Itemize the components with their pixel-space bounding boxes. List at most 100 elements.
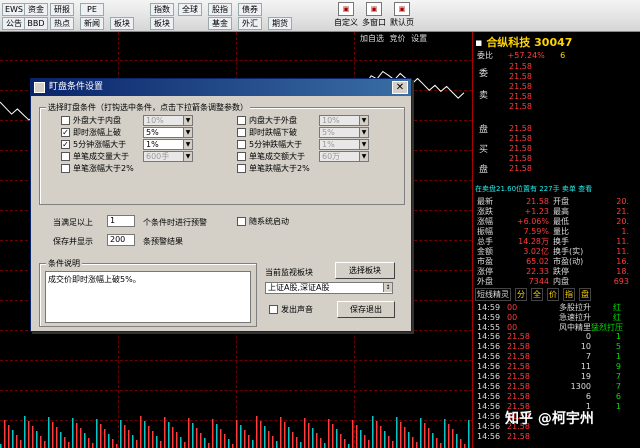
satisfy-count-input[interactable]: 1 [107,215,135,227]
toolbar-btn2-6[interactable]: 基金 [208,17,232,30]
volume-bar [312,428,314,448]
tick-time: 14:56 [477,372,501,381]
chevron-down-icon[interactable]: ▼ [183,128,192,137]
multi-window-button[interactable]: ▣ 多窗口 [362,2,386,30]
volume-bar [148,426,150,448]
tab-4[interactable]: 指 [563,288,575,301]
right-check-box-4[interactable] [237,164,246,173]
toolbar-btn-3[interactable]: PE [80,3,104,16]
left-checkbox-2[interactable]: ✓ 5分钟涨幅大于 [61,139,126,150]
home-button[interactable]: ▣ 默认页 [390,2,414,30]
volume-bar [208,443,210,448]
left-check-box-2[interactable]: ✓ [61,140,70,149]
left-select-0[interactable]: 10% ▼ [143,115,193,126]
chevron-down-icon[interactable]: ▼ [359,116,368,125]
left-checkbox-0[interactable]: 外盘大于内盘 [61,115,121,126]
quote-row: 金额 3.02亿 换手(实) 11. [477,246,639,256]
custom-button[interactable]: ▣ 自定义 [334,2,358,30]
left-select-1[interactable]: 5% ▼ [143,127,193,138]
volume-bar [48,417,50,448]
toolbar-btn-4[interactable]: 指数 [150,3,174,16]
volume-bar [308,423,310,448]
left-select-2[interactable]: 1% ▼ [143,139,193,150]
spin-icon[interactable]: ↕ [383,283,392,292]
left-check-box-0[interactable] [61,116,70,125]
right-check-box-1[interactable] [237,128,246,137]
right-select-3[interactable]: 60万 ▼ [319,151,369,162]
right-select-0[interactable]: 10% ▼ [319,115,369,126]
left-check-box-3[interactable] [61,152,70,161]
toolbar-btn2-1[interactable]: BBD [24,17,48,30]
left-check-box-4[interactable] [61,164,70,173]
toolbar-btn2-4[interactable]: 板块 [110,17,134,30]
toolbar-btn2-0[interactable]: 公告 [2,17,26,30]
right-checkbox-0[interactable]: 内盘大于外盘 [237,115,297,126]
toolbar-btn2-3[interactable]: 新闻 [80,17,104,30]
left-checkbox-3[interactable]: 单笔成交量大于 [61,151,129,162]
toolbar-btn2-5[interactable]: 板块 [150,17,174,30]
right-select-2[interactable]: 1% ▼ [319,139,369,150]
side-label-4: 盘 [479,165,489,175]
toolbar-btn-0[interactable]: EWS [2,3,26,16]
autostart-checkbox[interactable]: 随系统启动 [237,216,289,227]
right-check-box-0[interactable] [237,116,246,125]
volume-bar [412,437,414,448]
quote-value: 7344 [528,277,549,286]
volume-bar [264,426,266,448]
sound-box[interactable] [269,305,278,314]
volume-bar [216,424,218,448]
monitor-label: 当前监视板块 [265,268,313,277]
chevron-down-icon[interactable]: ▼ [359,140,368,149]
right-check-box-2[interactable] [237,140,246,149]
board-select[interactable]: 上证A股,深证A股 ↕ [265,282,393,294]
tab-0[interactable]: 短线精灵 [475,288,511,301]
tab-3[interactable]: 价 [547,288,559,301]
toolbar-btn2-2[interactable]: 热点 [50,17,74,30]
sound-checkbox[interactable]: 发出声音 [269,304,313,315]
save-count-input[interactable]: 200 [107,234,135,246]
right-select-1[interactable]: 5% ▼ [319,127,369,138]
left-checkbox-1[interactable]: ✓ 即时涨幅上破 [61,127,121,138]
autostart-box[interactable] [237,217,246,226]
tab-2[interactable]: 全 [531,288,543,301]
right-check-box-3[interactable] [237,152,246,161]
right-checkbox-1[interactable]: 即时跌幅下破 [237,127,297,138]
chevron-down-icon[interactable]: ▼ [359,152,368,161]
tick-count: 1 [615,402,621,411]
order-ratio-label: 委比 [477,51,493,60]
toolbar-btn-6[interactable]: 股指 [208,3,232,16]
save-exit-button[interactable]: 保存退出 [337,301,395,318]
right-select-value-1: 5% [322,128,335,137]
close-icon[interactable]: ✕ [392,81,408,94]
right-checkbox-4[interactable]: 单笔跌幅大于2% [237,163,310,174]
tick-row: 14:56 21.58 0 1 [477,332,639,342]
toolbar-btn2-8[interactable]: 期货 [268,17,292,30]
chevron-down-icon[interactable]: ▼ [183,140,192,149]
volume-bar [288,427,290,448]
left-check-box-1[interactable]: ✓ [61,128,70,137]
tab-5[interactable]: 盘 [579,288,591,301]
toolbar-btn-1[interactable]: 资金 [24,3,48,16]
right-checkbox-2[interactable]: 5分钟跌幅大于 [237,139,302,150]
volume-bar [196,428,198,448]
toolbar-btn-2[interactable]: 研报 [50,3,74,16]
right-checkbox-3[interactable]: 单笔成交额大于 [237,151,305,162]
volume-bar [8,425,10,448]
select-board-button[interactable]: 选择板块 [335,262,395,279]
toolbar-btn-5[interactable]: 全球 [178,3,202,16]
left-label-0: 外盘大于内盘 [73,116,121,125]
toolbar-btn-7[interactable]: 债券 [238,3,262,16]
chevron-down-icon[interactable]: ▼ [359,128,368,137]
right-label-4: 单笔跌幅大于2% [249,164,310,173]
left-checkbox-4[interactable]: 单笔涨幅大于2% [61,163,134,174]
toolbar-btn2-7[interactable]: 外汇 [238,17,262,30]
volume-bar [184,442,186,448]
chevron-down-icon[interactable]: ▼ [183,152,192,161]
volume-bar [424,423,426,448]
quote-value2: 16. [616,257,629,266]
chevron-down-icon[interactable]: ▼ [183,116,192,125]
tick-vol: 7 [585,352,591,361]
tab-1[interactable]: 分 [515,288,527,301]
left-select-3[interactable]: 600手 ▼ [143,151,193,162]
volume-bar [468,420,470,448]
